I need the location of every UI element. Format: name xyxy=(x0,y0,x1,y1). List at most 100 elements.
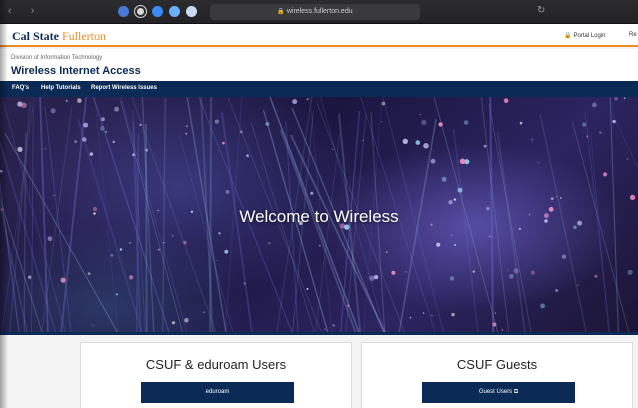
fiber-light-point xyxy=(186,125,188,127)
fiber-light-point xyxy=(381,101,386,106)
fiber-light-point xyxy=(214,119,219,124)
fiber-light-point xyxy=(509,274,514,279)
fiber-light-point xyxy=(430,158,436,164)
fiber-light-point xyxy=(87,272,91,276)
extension-icons xyxy=(118,6,197,17)
header-link-truncated[interactable]: Re xyxy=(629,32,637,38)
nav-item-help-tutorials[interactable]: Help Tutorials xyxy=(41,85,81,91)
extension-icon[interactable] xyxy=(186,6,197,17)
portal-login-link[interactable]: 🔒 Portal Login xyxy=(564,32,606,39)
fiber-light-point xyxy=(157,248,160,251)
main-nav: FAQ's Help Tutorials Report Wireless Iss… xyxy=(0,81,638,97)
fiber-light-point xyxy=(114,106,120,112)
fiber-light-point xyxy=(246,154,249,157)
cards-section: CSUF & eduroam Users eduroam CSUF Guests… xyxy=(0,335,638,408)
forward-button[interactable]: › xyxy=(31,5,43,17)
fiber-light-point xyxy=(239,130,243,134)
fiber-light-point xyxy=(537,162,540,164)
fiber-light-point xyxy=(347,304,350,307)
fiber-light-point xyxy=(83,122,89,128)
fiber-light-point xyxy=(332,324,335,327)
fiber-light-point xyxy=(310,191,314,195)
fiber-light-point xyxy=(453,198,457,201)
page-title[interactable]: Wireless Internet Access xyxy=(11,65,141,77)
browser-toolbar: ‹ › 🔒 wireless.fullerton.edu ↻ xyxy=(0,0,638,24)
fiber-strand xyxy=(4,133,119,332)
fiber-strand xyxy=(590,133,609,332)
back-button[interactable]: ‹ xyxy=(8,5,20,17)
logo-cal-state: Cal State xyxy=(12,29,62,43)
fiber-light-point xyxy=(483,144,487,148)
fiber-light-point xyxy=(463,120,469,125)
reload-icon[interactable]: ↻ xyxy=(537,5,545,16)
guest-users-button[interactable]: Guest Users ⧉ xyxy=(422,382,575,403)
eduroam-button[interactable]: eduroam xyxy=(141,382,294,403)
fiber-light-point xyxy=(381,121,383,123)
fiber-light-point xyxy=(183,240,187,245)
fiber-light-point xyxy=(586,135,589,138)
url-text: wireless.fullerton.edu xyxy=(286,8,353,15)
fiber-light-point xyxy=(448,200,453,205)
fiber-light-point xyxy=(577,284,579,286)
fiber-light-point xyxy=(99,126,105,131)
fiber-light-point xyxy=(44,148,47,150)
card-title: CSUF & eduroam Users xyxy=(145,357,287,372)
extension-icon[interactable] xyxy=(169,6,180,17)
fiber-light-point xyxy=(530,270,536,275)
fiber-light-point xyxy=(28,275,32,279)
fiber-light-point xyxy=(65,99,68,102)
fiber-light-point xyxy=(82,137,87,142)
fiber-light-point xyxy=(243,282,246,285)
fiber-light-point xyxy=(21,102,27,109)
fiber-light-point xyxy=(422,312,425,314)
fiber-light-point xyxy=(331,148,334,151)
nav-item-faqs[interactable]: FAQ's xyxy=(12,85,29,91)
logo[interactable]: Cal State Fullerton xyxy=(12,29,106,44)
fiber-light-point xyxy=(594,274,598,278)
fiber-light-point xyxy=(50,108,56,114)
address-bar[interactable]: 🔒 wireless.fullerton.edu xyxy=(210,4,420,20)
fiber-light-point xyxy=(139,123,142,127)
fiber-light-point xyxy=(306,98,309,101)
fiber-light-point xyxy=(119,248,123,251)
logo-fullerton: Fullerton xyxy=(62,29,106,43)
nav-item-report-wireless-issues[interactable]: Report Wireless Issues xyxy=(91,85,157,91)
division-label[interactable]: Division of Information Technology xyxy=(11,55,102,61)
fiber-light-point xyxy=(519,121,523,125)
fiber-light-point xyxy=(224,249,229,254)
fiber-light-point xyxy=(105,130,108,133)
fiber-light-point xyxy=(457,187,463,193)
lock-icon: 🔒 xyxy=(277,9,285,15)
fiber-light-point xyxy=(402,138,408,144)
fiber-light-point xyxy=(60,277,66,283)
extension-icon[interactable] xyxy=(152,6,163,17)
fiber-light-point xyxy=(171,321,176,325)
fiber-light-point xyxy=(132,153,136,157)
extension-icon[interactable] xyxy=(118,6,129,17)
fiber-light-point xyxy=(409,316,412,319)
fiber-light-point xyxy=(222,141,225,145)
fiber-light-point xyxy=(494,312,497,314)
fiber-light-point xyxy=(430,314,433,317)
screen: ‹ › 🔒 wireless.fullerton.edu ↻ Cal State … xyxy=(0,0,638,408)
fiber-light-point xyxy=(454,243,457,247)
fiber-light-point xyxy=(415,140,421,145)
fiber-light-point xyxy=(582,122,587,127)
fiber-light-point xyxy=(441,176,447,182)
fiber-strand xyxy=(496,132,526,332)
extension-icon[interactable] xyxy=(135,6,146,17)
fiber-light-point xyxy=(172,235,174,237)
fiber-light-point xyxy=(324,328,326,330)
fiber-light-point xyxy=(438,122,443,127)
fiber-strand xyxy=(136,133,140,332)
fiber-light-point xyxy=(503,98,509,103)
hero-title: Welcome to Wireless xyxy=(239,207,399,226)
fiber-light-point xyxy=(626,158,629,160)
fiber-light-point xyxy=(362,139,364,142)
fiber-strand xyxy=(145,123,148,332)
hero-banner: Welcome to Wireless xyxy=(0,97,638,332)
fiber-light-point xyxy=(0,169,3,173)
fiber-light-point xyxy=(101,117,105,122)
fiber-light-point xyxy=(472,270,475,273)
fiber-light-point xyxy=(623,97,626,99)
